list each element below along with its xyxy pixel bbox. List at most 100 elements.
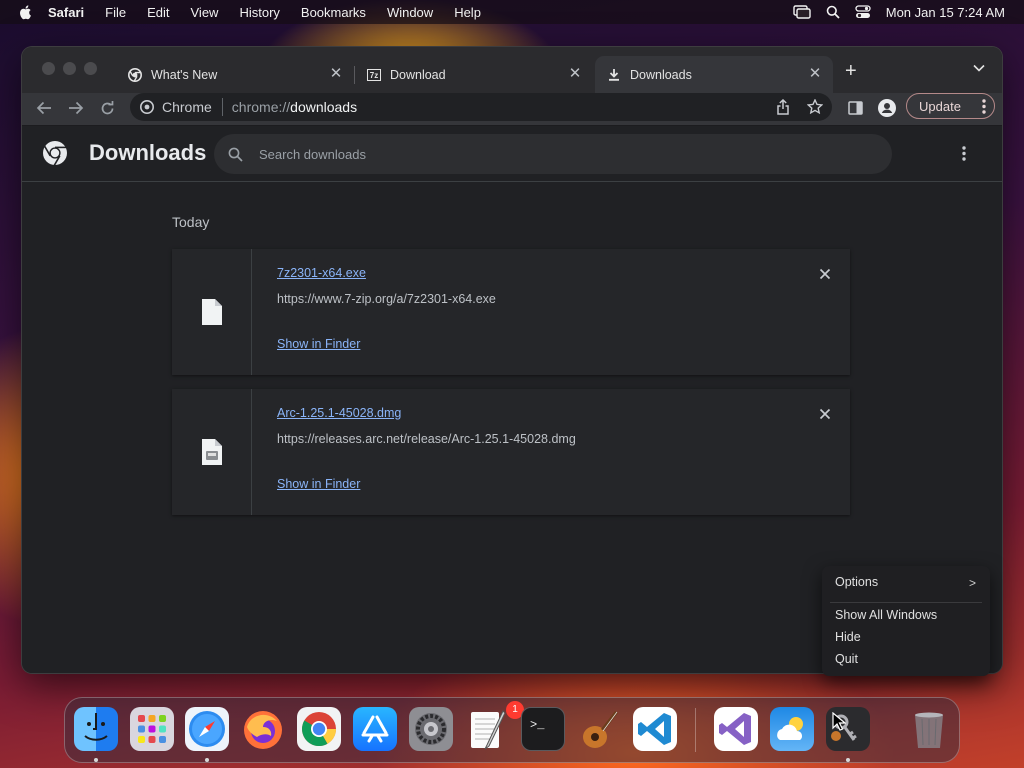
tab-download[interactable]: 7z Download ✕: [355, 56, 593, 93]
download-item: Arc-1.25.1-45028.dmg https://releases.ar…: [172, 389, 850, 515]
menu-edit[interactable]: Edit: [147, 5, 169, 20]
close-window-button[interactable]: [42, 62, 55, 75]
update-button[interactable]: Update: [906, 93, 995, 119]
mouse-pointer-icon: [832, 712, 846, 731]
tab-whats-new[interactable]: What's New ✕: [116, 56, 355, 93]
menu-view[interactable]: View: [191, 5, 219, 20]
chrome-menu-kebab-icon[interactable]: [982, 99, 986, 114]
running-indicator: [846, 758, 850, 762]
address-bar[interactable]: Chrome chrome://downloads: [130, 93, 832, 121]
tab-title: Downloads: [630, 67, 692, 82]
safari-icon[interactable]: [185, 707, 229, 751]
reload-icon[interactable]: [100, 101, 115, 116]
tab-search-chevron-icon[interactable]: [973, 64, 985, 72]
tab-close-icon[interactable]: ✕: [567, 66, 583, 82]
menu-item-quit[interactable]: Quit: [835, 652, 858, 666]
site-info-chip[interactable]: Chrome: [140, 99, 212, 115]
chrome-icon[interactable]: [297, 707, 341, 751]
document-file-icon: [201, 299, 222, 325]
site-chip-label: Chrome: [162, 99, 212, 115]
download-source-url[interactable]: https://www.7-zip.org/a/7z2301-x64.exe: [277, 292, 496, 306]
spotlight-icon[interactable]: [826, 5, 840, 19]
download-favicon-icon: [607, 68, 621, 82]
menu-clock[interactable]: Mon Jan 15 7:24 AM: [886, 5, 1005, 20]
update-label: Update: [919, 98, 961, 114]
tab-close-icon[interactable]: ✕: [328, 66, 344, 82]
control-center-icon[interactable]: [855, 5, 871, 19]
visual-studio-icon[interactable]: [714, 707, 758, 751]
forward-arrow-icon[interactable]: [68, 101, 84, 115]
remove-download-icon[interactable]: [818, 267, 832, 281]
downloads-header: Downloads Search downloads: [22, 126, 1002, 182]
search-downloads-field[interactable]: Search downloads: [214, 134, 892, 174]
search-placeholder: Search downloads: [259, 146, 366, 162]
menu-item-hide[interactable]: Hide: [835, 630, 861, 644]
toolbar: Chrome chrome://downloads Update: [22, 93, 1002, 126]
trash-icon[interactable]: [907, 707, 951, 751]
chrome-favicon-icon: [128, 67, 142, 82]
menu-bookmarks[interactable]: Bookmarks: [301, 5, 366, 20]
system-settings-icon[interactable]: [409, 707, 453, 751]
download-item: 7z2301-x64.exe https://www.7-zip.org/a/7…: [172, 249, 850, 375]
tab-downloads[interactable]: Downloads ✕: [595, 56, 833, 93]
dock-context-menu: Options > Show All Windows Hide Quit: [822, 566, 990, 676]
vscode-icon[interactable]: [633, 707, 677, 751]
file-icon-cell: [172, 249, 252, 375]
textedit-icon[interactable]: [465, 707, 509, 751]
url-scheme: chrome://: [231, 99, 291, 115]
download-source-url[interactable]: https://releases.arc.net/release/Arc-1.2…: [277, 432, 576, 446]
svg-text:>_: >_: [530, 718, 545, 732]
zoom-window-button[interactable]: [84, 62, 97, 75]
minimize-window-button[interactable]: [63, 62, 76, 75]
date-group-heading: Today: [172, 214, 210, 230]
disk-image-file-icon: [201, 439, 222, 465]
tab-title: Download: [390, 67, 446, 82]
tab-strip: What's New ✕ 7z Download ✕ Downloads ✕ +: [22, 47, 1002, 93]
more-actions-kebab-icon[interactable]: [962, 146, 966, 161]
app-store-icon[interactable]: [353, 707, 397, 751]
menu-extras: Mon Jan 15 7:24 AM: [793, 0, 1005, 24]
remove-download-icon[interactable]: [818, 407, 832, 421]
bookmark-star-icon[interactable]: [807, 99, 823, 114]
menu-item-show-all-windows[interactable]: Show All Windows: [835, 608, 937, 622]
menu-app-name[interactable]: Safari: [48, 5, 84, 20]
new-tab-icon[interactable]: +: [845, 61, 857, 81]
firefox-icon[interactable]: [241, 707, 285, 751]
show-in-finder-link[interactable]: Show in Finder: [277, 337, 360, 351]
back-arrow-icon[interactable]: [36, 101, 52, 115]
menu-history[interactable]: History: [239, 5, 279, 20]
apple-menu-icon[interactable]: [18, 4, 34, 20]
menu-file[interactable]: File: [105, 5, 126, 20]
side-panel-icon[interactable]: [848, 101, 863, 115]
menu-bar: Safari File Edit View History Bookmarks …: [0, 0, 1024, 24]
garageband-icon[interactable]: [577, 707, 621, 751]
menu-help[interactable]: Help: [454, 5, 481, 20]
tab-title: What's New: [151, 67, 218, 82]
menu-window[interactable]: Window: [387, 5, 433, 20]
omnibox-divider: [221, 98, 223, 116]
submenu-chevron-icon: >: [968, 576, 976, 590]
launchpad-icon[interactable]: [130, 707, 174, 751]
screen-mirroring-icon[interactable]: [793, 5, 811, 19]
share-icon[interactable]: [776, 99, 790, 115]
running-indicator: [205, 758, 209, 762]
url-host: downloads: [290, 99, 358, 115]
7zip-favicon-icon: 7z: [367, 68, 381, 82]
menu-item-options[interactable]: Options: [835, 575, 878, 589]
svg-text:7z: 7z: [370, 71, 378, 80]
menu-separator: [830, 602, 982, 603]
running-indicator: [94, 758, 98, 762]
tab-close-icon[interactable]: ✕: [807, 66, 823, 82]
terminal-icon[interactable]: >_: [521, 707, 565, 751]
show-in-finder-link[interactable]: Show in Finder: [277, 477, 360, 491]
search-icon: [228, 147, 243, 162]
weather-icon[interactable]: [770, 707, 814, 751]
download-file-link[interactable]: Arc-1.25.1-45028.dmg: [277, 406, 401, 420]
dock-separator: [695, 708, 696, 752]
file-icon-cell: [172, 389, 252, 515]
profile-avatar-icon[interactable]: [878, 99, 896, 117]
chrome-logo-icon: [43, 141, 67, 166]
finder-icon[interactable]: [74, 707, 118, 751]
window-controls: [42, 62, 97, 75]
download-file-link[interactable]: 7z2301-x64.exe: [277, 266, 366, 280]
